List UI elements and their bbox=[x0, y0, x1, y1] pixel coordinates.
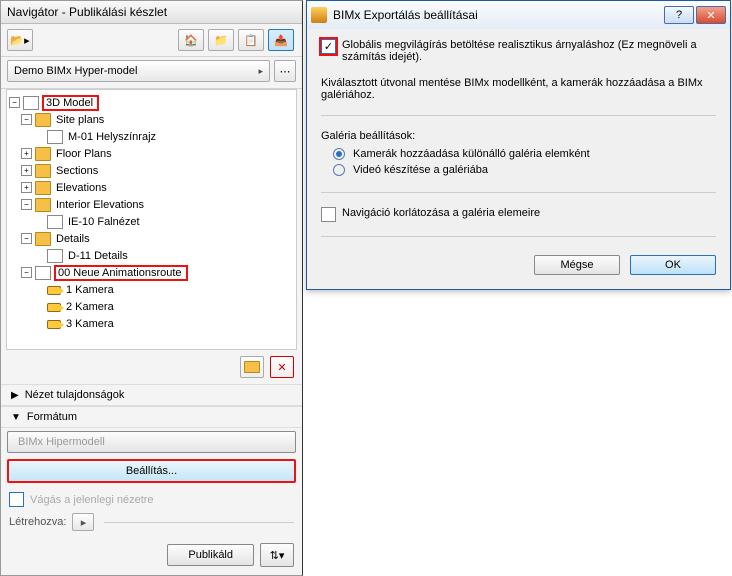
radio-video-label: Videó készítése a galériába bbox=[353, 164, 488, 176]
publish-menu-button[interactable]: ⇅▾ bbox=[260, 543, 294, 567]
navigator-toolbar: 📂▸ 🏠 📁 📋 📤 bbox=[1, 24, 302, 57]
bottom-area: Vágás a jelenlegi nézetre Létrehozva: ▸ bbox=[1, 486, 302, 537]
ok-button[interactable]: OK bbox=[630, 255, 716, 275]
created-label: Létrehozva: bbox=[9, 516, 66, 528]
view-map-icon[interactable]: 📁 bbox=[208, 29, 234, 51]
dialog-description: Kiválasztott útvonal mentése BIMx modell… bbox=[321, 77, 716, 101]
path-field bbox=[104, 522, 294, 523]
layout-book-icon[interactable]: 📋 bbox=[238, 29, 264, 51]
radio-add-label: Kamerák hozzáadása különálló galéria ele… bbox=[353, 148, 590, 160]
radio-add-cameras[interactable] bbox=[333, 148, 345, 160]
chevron-right-icon: ▶ bbox=[11, 390, 19, 401]
tree-view[interactable]: −3D Model −Site plans M-01 Helyszínrajz … bbox=[6, 89, 297, 350]
dialog-titlebar[interactable]: BIMx Exportálás beállításai ? ✕ bbox=[307, 1, 730, 29]
document-icon bbox=[47, 130, 63, 144]
tree-item[interactable]: IE-10 Falnézet bbox=[66, 216, 142, 228]
clip-checkbox[interactable] bbox=[9, 492, 24, 507]
tree-item[interactable]: Interior Elevations bbox=[54, 199, 146, 211]
publisher-icon[interactable]: 📤 bbox=[268, 29, 294, 51]
tree-item[interactable]: 2 Kamera bbox=[64, 301, 116, 313]
section-label: Formátum bbox=[27, 411, 77, 423]
chevron-right-icon: ▸ bbox=[258, 66, 263, 77]
publish-button[interactable]: Publikáld bbox=[167, 544, 254, 566]
limit-navigation-label: Navigáció korlátozása a galéria elemeire bbox=[342, 207, 540, 219]
path-button[interactable]: ▸ bbox=[72, 513, 94, 531]
tree-animation[interactable]: 00 Neue Animationsroute bbox=[54, 265, 188, 281]
dialog-title: BIMx Exportálás beállításai bbox=[333, 8, 478, 22]
tree-item[interactable]: 3 Kamera bbox=[64, 318, 116, 330]
tree-item[interactable]: D-11 Details bbox=[66, 250, 130, 262]
set-dropdown[interactable]: Demo BIMx Hyper-model ▸ bbox=[7, 60, 270, 82]
document-icon bbox=[47, 215, 63, 229]
camera-icon bbox=[47, 303, 61, 312]
publish-row: Publikáld ⇅▾ bbox=[1, 537, 302, 575]
help-button[interactable]: ? bbox=[664, 6, 694, 24]
set-dropdown-label: Demo BIMx Hyper-model bbox=[14, 65, 137, 77]
chevron-down-icon: ▼ bbox=[11, 412, 21, 423]
tree-item[interactable]: Site plans bbox=[54, 114, 106, 126]
bimx-export-dialog: BIMx Exportálás beállításai ? ✕ ✓ Globál… bbox=[306, 0, 731, 290]
tree-root[interactable]: 3D Model bbox=[42, 95, 99, 111]
navigator-panel: Navigátor - Publikálási készlet 📂▸ 🏠 📁 📋… bbox=[0, 0, 303, 576]
model-icon bbox=[35, 266, 51, 280]
folder-icon bbox=[35, 164, 51, 178]
cancel-button[interactable]: Mégse bbox=[534, 255, 620, 275]
tree-item[interactable]: 1 Kamera bbox=[64, 284, 116, 296]
tree-item[interactable]: Details bbox=[54, 233, 92, 245]
set-selector-row: Demo BIMx Hyper-model ▸ ⋯ bbox=[1, 57, 302, 89]
new-folder-button[interactable] bbox=[240, 356, 264, 378]
camera-icon bbox=[47, 320, 61, 329]
limit-navigation-checkbox[interactable] bbox=[321, 207, 336, 222]
folder-icon bbox=[35, 181, 51, 195]
delete-button[interactable]: ✕ bbox=[270, 356, 294, 378]
tree-item[interactable]: Elevations bbox=[54, 182, 109, 194]
app-icon bbox=[311, 7, 327, 23]
camera-icon bbox=[47, 286, 61, 295]
tree-item[interactable]: Sections bbox=[54, 165, 100, 177]
document-icon bbox=[47, 249, 63, 263]
radio-make-video[interactable] bbox=[333, 164, 345, 176]
gallery-settings-title: Galéria beállítások: bbox=[321, 130, 716, 142]
open-button[interactable]: 📂▸ bbox=[7, 29, 33, 51]
global-illumination-label: Globális megvilágírás betöltése realiszt… bbox=[342, 39, 716, 63]
folder-icon bbox=[35, 232, 51, 246]
model-icon bbox=[23, 96, 39, 110]
navigator-title: Navigátor - Publikálási készlet bbox=[1, 1, 302, 24]
global-illumination-checkbox[interactable]: ✓ bbox=[321, 39, 336, 54]
set-properties-button[interactable]: ⋯ bbox=[274, 60, 296, 82]
folder-icon bbox=[35, 113, 51, 127]
clip-label: Vágás a jelenlegi nézetre bbox=[30, 494, 154, 506]
format-section[interactable]: ▼ Formátum bbox=[1, 406, 302, 428]
tree-item[interactable]: Floor Plans bbox=[54, 148, 114, 160]
format-dropdown[interactable]: BIMx Hipermodell bbox=[7, 431, 296, 453]
view-properties-section[interactable]: ▶ Nézet tulajdonságok bbox=[1, 384, 302, 406]
close-button[interactable]: ✕ bbox=[696, 6, 726, 24]
folder-icon bbox=[35, 198, 51, 212]
section-label: Nézet tulajdonságok bbox=[25, 389, 125, 401]
tree-item[interactable]: M-01 Helyszínrajz bbox=[66, 131, 158, 143]
project-map-icon[interactable]: 🏠 bbox=[178, 29, 204, 51]
settings-button[interactable]: Beállítás... bbox=[7, 459, 296, 483]
tree-actions: ✕ bbox=[1, 350, 302, 384]
folder-icon bbox=[35, 147, 51, 161]
